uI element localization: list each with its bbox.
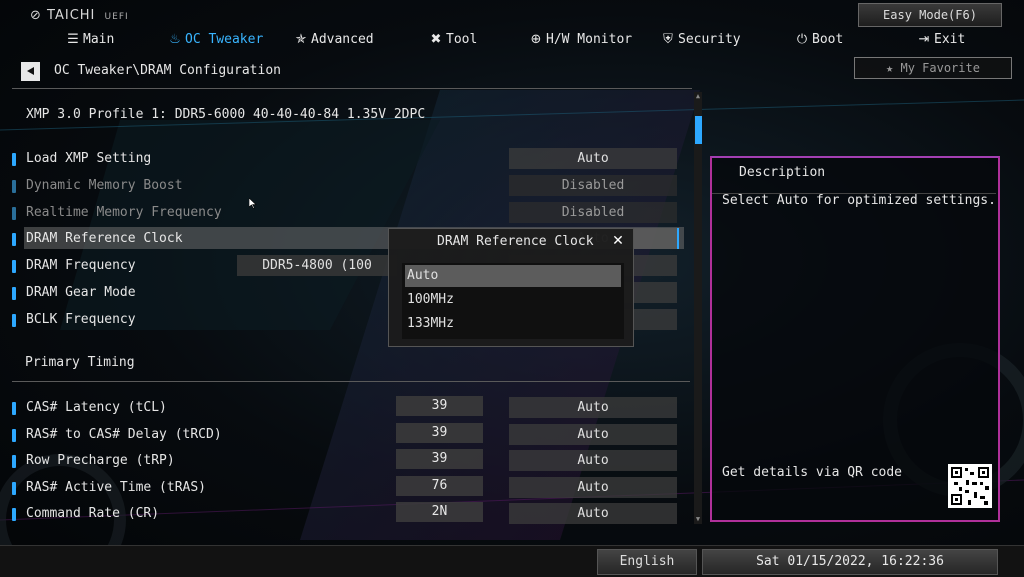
timing-row-cr[interactable]: Command Rate (CR) 2N Auto [0,502,690,526]
option-133mhz[interactable]: 133MHz [405,313,621,335]
list-icon: ☰ [67,32,79,47]
flame-icon: ♨ [169,32,181,47]
timing-current: 76 [396,476,483,496]
main-nav: ☰ Main ♨ OC Tweaker ✯ Advanced ✖ Tool ⊕ H/W M… [0,29,1024,51]
popup-title: DRAM Reference Clock [437,234,594,249]
xmp-profile-text: XMP 3.0 Profile 1: DDR5-6000 40-40-40-84… [26,107,426,122]
back-button[interactable] [21,62,40,81]
timing-current: 39 [396,449,483,469]
monitor-icon: ⊕ [530,32,542,47]
option-100mhz[interactable]: 100MHz [405,289,621,311]
timing-label: RAS# Active Time (tRAS) [26,480,207,495]
setting-realtime-memory-frequency[interactable]: Realtime Memory Frequency Disabled [0,201,690,225]
item-marker [12,207,16,220]
setting-label: DRAM Reference Clock [26,231,183,246]
tab-exit[interactable]: ⇥ Exit [917,29,966,51]
breadcrumb: OC Tweaker\DRAM Configuration [54,63,281,78]
description-title: Description [739,165,826,180]
language-button[interactable]: English [597,549,697,575]
setting-value[interactable]: Disabled [509,202,677,223]
brand-logo: ⊘ TAICHI UEFI [30,8,129,23]
item-marker [12,455,16,468]
star-icon: ✯ [295,32,307,47]
option-auto[interactable]: Auto [405,265,621,287]
item-marker [12,233,16,246]
exit-icon: ⇥ [918,32,930,47]
taichi-logo-icon: ⊘ [30,8,42,23]
easy-mode-button[interactable]: Easy Mode(F6) [858,3,1002,27]
timing-current: 2N [396,502,483,522]
setting-label: BCLK Frequency [26,312,136,327]
item-marker [12,429,16,442]
timing-label: Row Precharge (tRP) [26,453,175,468]
item-marker [12,287,16,300]
scroll-up-icon[interactable]: ▲ [694,92,702,100]
qr-label: Get details via QR code [722,465,903,480]
setting-label: DRAM Frequency [26,258,136,273]
shield-icon: ⛨ [663,32,673,47]
setting-load-xmp[interactable]: Load XMP Setting Auto [0,147,690,171]
timing-value[interactable]: Auto [509,450,677,471]
divider [12,88,692,89]
item-marker [12,180,16,193]
item-marker [12,260,16,273]
tab-advanced[interactable]: ✯ Advanced [294,29,374,51]
description-text: Select Auto for optimized settings. [722,193,996,208]
setting-label: Realtime Memory Frequency [26,205,222,220]
tab-tool[interactable]: ✖ Tool [429,29,478,51]
brand-sub: UEFI [104,12,129,22]
scrollbar[interactable] [694,92,702,524]
setting-dynamic-memory-boost[interactable]: Dynamic Memory Boost Disabled [0,174,690,198]
item-marker [12,153,16,166]
setting-value[interactable]: Disabled [509,175,677,196]
item-marker [12,402,16,415]
tab-security[interactable]: ⛨ Security [661,29,741,51]
power-icon: ⏻ [796,32,808,47]
tab-hw-monitor[interactable]: ⊕ H/W Monitor [529,29,633,51]
close-icon[interactable]: ✕ [610,233,626,249]
my-favorite-button[interactable]: ★ My Favorite [854,57,1012,79]
section-title: Primary Timing [25,355,135,370]
tab-boot[interactable]: ⏻ Boot [795,29,843,51]
timing-value[interactable]: Auto [509,503,677,524]
setting-label: DRAM Gear Mode [26,285,136,300]
timing-current: 39 [396,423,483,443]
brand-name: TAICHI [47,8,96,23]
tools-icon: ✖ [430,32,442,47]
setting-label: Load XMP Setting [26,151,152,166]
timing-value[interactable]: Auto [509,477,677,498]
item-marker [12,508,16,521]
item-marker [12,482,16,495]
tab-main[interactable]: ☰ Main [66,29,114,51]
item-marker [12,314,16,327]
timing-row-tcl[interactable]: CAS# Latency (tCL) 39 Auto [0,396,690,420]
timing-value[interactable]: Auto [509,397,677,418]
timing-label: CAS# Latency (tCL) [26,400,167,415]
timing-current: 39 [396,396,483,416]
timing-row-tras[interactable]: RAS# Active Time (tRAS) 76 Auto [0,476,690,500]
divider [12,381,690,382]
scroll-down-icon[interactable]: ▼ [694,515,702,523]
timing-label: RAS# to CAS# Delay (tRCD) [26,427,222,442]
setting-label: Dynamic Memory Boost [26,178,183,193]
datetime-display: Sat 01/15/2022, 16:22:36 [702,549,998,575]
setting-value[interactable]: Auto [509,148,677,169]
star-icon: ★ [886,61,894,75]
timing-label: Command Rate (CR) [26,506,160,521]
scrollbar-thumb[interactable] [695,116,702,144]
timing-row-trp[interactable]: Row Precharge (tRP) 39 Auto [0,449,690,473]
mouse-cursor-icon [248,197,257,213]
timing-value[interactable]: Auto [509,424,677,445]
setting-value[interactable]: DDR5-4800 (100 [237,255,397,276]
qr-code-icon [948,464,992,508]
popup-options-list: Auto 100MHz 133MHz [402,263,624,339]
tab-oc-tweaker[interactable]: ♨ OC Tweaker [168,29,263,51]
timing-row-trcd[interactable]: RAS# to CAS# Delay (tRCD) 39 Auto [0,423,690,447]
